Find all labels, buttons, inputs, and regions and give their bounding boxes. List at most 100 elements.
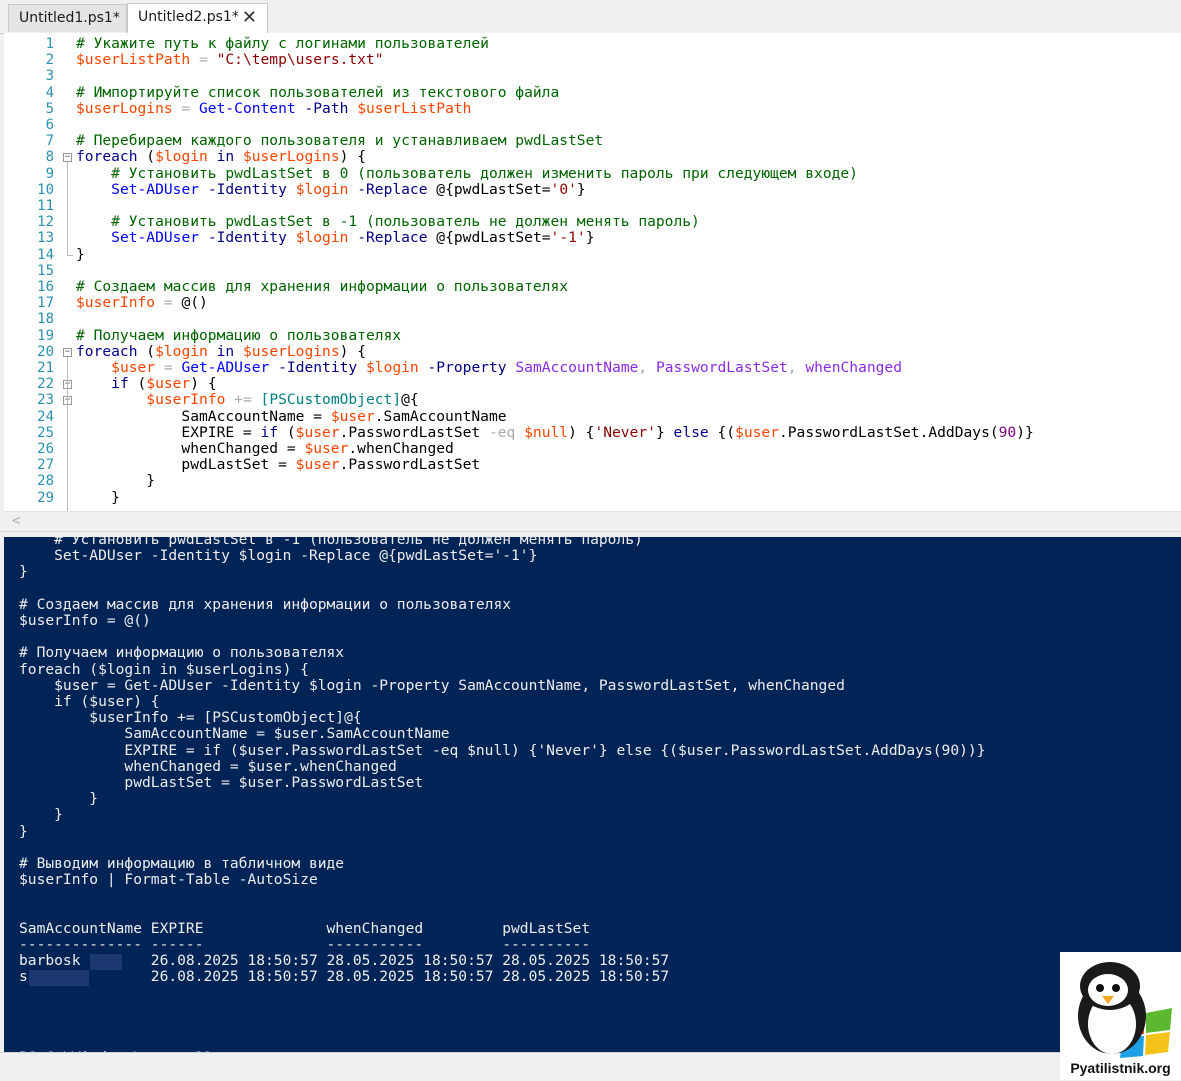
code-token: 'Never' <box>594 423 656 441</box>
code-token: else <box>673 423 709 441</box>
code-line[interactable]: pwdLastSet = $user.PasswordLastSet <box>76 457 480 473</box>
code-token: } <box>576 180 586 198</box>
code-token: $userInfo <box>76 294 156 312</box>
code-token: $login <box>295 229 349 247</box>
code-token: $userLogins <box>242 148 340 166</box>
line-number: 22 <box>37 376 54 393</box>
code-token: PasswordLastSet <box>655 359 788 376</box>
code-token: SamAccountName = <box>76 407 331 425</box>
code-line[interactable]: # Получаем информацию о пользователях <box>76 327 401 344</box>
code-line[interactable]: # Перебираем каждого пользователя и уста… <box>76 133 603 149</box>
code-token: $login <box>366 359 419 376</box>
code-line[interactable]: } <box>76 488 120 506</box>
code-token: Get-Content <box>199 99 296 117</box>
code-token: } <box>76 245 85 263</box>
code-line[interactable]: $userListPath = "C:\temp\users.txt" <box>76 52 384 68</box>
code-token: } <box>76 472 156 490</box>
line-number: 25 <box>37 424 54 441</box>
code-token: ) { <box>339 148 366 166</box>
code-line[interactable]: foreach ($login in $userLogins) { <box>76 149 366 165</box>
scroll-left-icon[interactable]: < <box>12 513 20 529</box>
console-line: $userInfo = @() <box>19 612 151 629</box>
code-token: = <box>155 294 182 312</box>
code-token: Set-ADUser <box>111 180 200 198</box>
code-token: Set-ADUser <box>111 229 200 247</box>
code-token: whenChanged = <box>76 440 305 457</box>
code-token: -Identity <box>207 180 287 198</box>
code-line[interactable]: # Импортируйте список пользователей из т… <box>76 84 559 101</box>
code-token: $login <box>295 180 349 198</box>
code-token: -Replace <box>357 180 428 198</box>
code-token: @{pwdLastSet= <box>427 229 551 247</box>
line-number: 9 <box>45 165 54 182</box>
code-line[interactable]: EXPIRE = if ($user.PasswordLastSet -eq $… <box>76 423 1033 441</box>
code-token: 90 <box>998 423 1017 441</box>
editor-horizontal-scrollbar[interactable]: < <box>4 511 1181 532</box>
code-line[interactable]: } <box>76 473 155 489</box>
collapse-icon[interactable]: − <box>63 153 72 163</box>
code-line[interactable]: # Укажите путь к файлу с логинами пользо… <box>76 35 489 52</box>
script-editor[interactable]: 1 2 3 4 5 6 7 8 9 10 11 12 13 14 15 16 17 18 19 20 21 22 23 24 2… <box>4 33 1181 511</box>
line-number: 19 <box>37 327 54 344</box>
code-token: @() <box>181 294 208 312</box>
code-line[interactable]: # Создаем массив для хранения информации… <box>76 278 569 295</box>
line-number: 21 <box>37 360 54 376</box>
code-token: $userLogins <box>76 99 173 117</box>
console-pane[interactable]: # Установить pwdLastSet в -1 (пользовате… <box>4 537 1181 1052</box>
line-number: 3 <box>45 68 54 85</box>
code-token: $login <box>155 148 208 166</box>
tab-untitled1[interactable]: Untitled1.ps1* <box>8 4 127 32</box>
line-number: 26 <box>37 441 54 457</box>
code-token: $userLogins <box>242 342 340 360</box>
collapse-icon[interactable]: − <box>63 347 72 357</box>
logo-text: Pyatilistnik.org <box>1070 1060 1171 1076</box>
code-token: # Создаем массив для хранения информации… <box>76 278 569 295</box>
console-line: EXPIRE = if ($user.PasswordLastSet -eq $… <box>19 741 986 759</box>
code-line[interactable]: foreach ($login in $userLogins) { <box>76 342 366 360</box>
code-token: $userListPath <box>357 99 472 117</box>
code-line[interactable]: $user = Get-ADUser -Identity $login -Pro… <box>76 359 902 376</box>
console-line: $userInfo | Format-Table -AutoSize <box>19 871 318 889</box>
console-line: if ($user) { <box>19 693 160 710</box>
code-token: .whenChanged <box>348 440 454 457</box>
code-token: , <box>638 359 656 376</box>
code-line[interactable]: whenChanged = $user.whenChanged <box>76 440 454 457</box>
fold-guide <box>67 356 68 511</box>
code-token: += <box>225 391 261 409</box>
code-token: = <box>155 359 182 376</box>
code-line[interactable]: $userInfo = @() <box>76 295 208 311</box>
code-line[interactable]: # Установить pwdLastSet в 0 (пользовател… <box>76 165 858 182</box>
code-line[interactable]: Set-ADUser -Identity $login -Replace @{p… <box>76 230 594 246</box>
console-line: } <box>19 790 99 808</box>
console-line: Set-ADUser -Identity $login -Replace @{p… <box>19 547 538 565</box>
console-line: $user = Get-ADUser -Identity $login -Pro… <box>19 676 845 694</box>
code-line[interactable]: SamAccountName = $user.SamAccountName <box>76 407 506 425</box>
close-icon[interactable]: ✕ <box>242 4 257 31</box>
code-token: foreach <box>76 342 138 360</box>
console-line: # Выводим информацию в табличном виде <box>19 855 345 872</box>
code-line[interactable]: $userLogins = Get-Content -Path $userLis… <box>76 99 472 117</box>
tab-untitled2[interactable]: Untitled2.ps1* ✕ <box>127 3 268 33</box>
redacted-username <box>29 970 89 986</box>
line-number-gutter: 1 2 3 4 5 6 7 8 9 10 11 12 13 14 15 16 17 18 19 20 21 22 23 24 2… <box>4 33 56 511</box>
code-token: } <box>76 488 120 506</box>
code-line[interactable]: Set-ADUser -Identity $login -Replace @{p… <box>76 180 586 198</box>
line-number: 2 <box>45 52 54 69</box>
fold-end <box>67 254 73 256</box>
code-token: $user <box>295 423 340 441</box>
code-token: $user <box>111 359 156 376</box>
code-token: ( <box>128 375 147 393</box>
code-line[interactable]: if ($user) { <box>76 375 216 393</box>
line-number: 10 <box>37 181 54 198</box>
code-line[interactable]: # Установить pwdLastSet в -1 (пользовате… <box>76 214 700 230</box>
line-number: 17 <box>37 295 54 312</box>
code-line[interactable]: } <box>76 245 85 263</box>
code-line[interactable]: $userInfo += [PSCustomObject]@{ <box>76 391 418 409</box>
line-number: 29 <box>37 489 54 506</box>
